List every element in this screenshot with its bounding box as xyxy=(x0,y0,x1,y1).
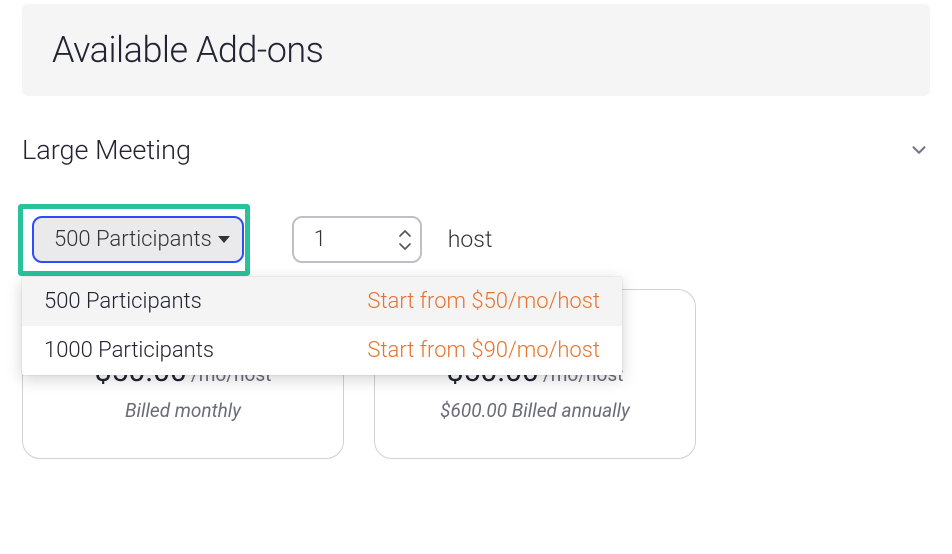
stepper-up-button[interactable] xyxy=(396,226,414,240)
dropdown-option-500[interactable]: 500 Participants Start from $50/mo/host xyxy=(22,277,622,326)
section-row[interactable]: Large Meeting xyxy=(22,134,930,166)
page-title: Available Add-ons xyxy=(52,29,323,71)
dropdown-selected-label: 500 Participants xyxy=(54,227,212,252)
dropdown-option-1000[interactable]: 1000 Participants Start from $90/mo/host xyxy=(22,326,622,375)
option-price: Start from $50/mo/host xyxy=(367,289,600,314)
section-title: Large Meeting xyxy=(22,134,191,166)
card-note: $600.00 Billed annually xyxy=(440,399,630,422)
participants-dropdown[interactable]: 500 Participants xyxy=(32,216,244,263)
host-unit-label: host xyxy=(448,226,493,253)
participants-dropdown-menu: 500 Participants Start from $50/mo/host … xyxy=(22,277,622,375)
page-header: Available Add-ons xyxy=(22,4,930,96)
stepper-buttons xyxy=(396,226,414,254)
controls-row: 500 Participants 1 host 500 Participants… xyxy=(22,210,952,263)
card-note: Billed monthly xyxy=(125,399,241,422)
option-label: 1000 Participants xyxy=(44,338,214,363)
stepper-down-button[interactable] xyxy=(396,240,414,254)
chevron-down-icon[interactable] xyxy=(908,139,930,161)
option-price: Start from $90/mo/host xyxy=(367,338,600,363)
option-label: 500 Participants xyxy=(44,289,202,314)
host-count-value: 1 xyxy=(314,227,326,252)
host-count-stepper[interactable]: 1 xyxy=(292,216,422,263)
caret-down-icon xyxy=(218,236,230,243)
